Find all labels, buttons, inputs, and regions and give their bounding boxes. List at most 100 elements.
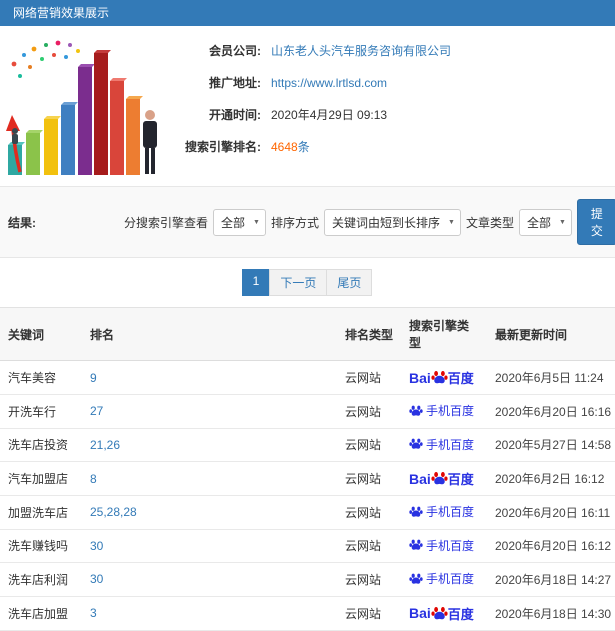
mobile-baidu-logo: 手机百度 bbox=[409, 537, 474, 554]
keyword-cell: 汽车加盟店 bbox=[0, 461, 82, 496]
table-row: 汽车美容 9 云网站 Bai 百度 2020年6月5日 11:24 bbox=[0, 360, 615, 395]
next-page-link[interactable]: 下一页 bbox=[269, 269, 328, 296]
rank-cell[interactable]: 30 bbox=[82, 529, 337, 563]
sort-select[interactable]: 关键词由短到长排序 ▼ bbox=[323, 208, 461, 236]
baidu-logo: Bai 百度 bbox=[409, 368, 474, 387]
keyword-cell: 洗车赚钱吗 bbox=[0, 529, 82, 563]
col-rank-type: 排名类型 bbox=[337, 307, 401, 361]
submit-button[interactable]: 提交 bbox=[576, 199, 615, 245]
small-person-figure bbox=[12, 128, 18, 144]
bar-chart-illustration bbox=[0, 32, 165, 182]
engine-cell: 手机百度 bbox=[401, 495, 487, 530]
col-engine-type: 搜索引擎类型 bbox=[401, 307, 487, 361]
page: 网络营销效果展示 会员公司: 山东老人头汽车服务咨询有限公司 推广地址: htt… bbox=[0, 0, 615, 631]
info-row: 会员公司: 山东老人头汽车服务咨询有限公司 bbox=[165, 42, 615, 59]
baidu-paw-icon bbox=[409, 506, 423, 517]
info-value[interactable]: 山东老人头汽车服务咨询有限公司 bbox=[271, 42, 451, 59]
article-type-select-value: 全部 bbox=[526, 215, 551, 230]
baidu-paw-icon bbox=[409, 438, 423, 449]
info-value: 4648条 bbox=[271, 140, 310, 154]
table-row: 汽车加盟店 8 云网站 Bai 百度 2020年6月2日 16:12 bbox=[0, 461, 615, 496]
update-time-cell: 2020年6月20日 16:12 bbox=[487, 529, 615, 563]
rank-cell[interactable]: 8 bbox=[82, 461, 337, 496]
engine-cell: Bai 百度 bbox=[401, 360, 487, 395]
baidu-logo-latin: Bai bbox=[409, 605, 431, 621]
rank-cell[interactable]: 30 bbox=[82, 562, 337, 597]
rank-cell[interactable]: 9 bbox=[82, 360, 337, 395]
table-row: 加盟洗车店 25,28,28 云网站 手机百度 2020年6月20日 16:11 bbox=[0, 495, 615, 530]
keyword-cell: 开洗车行 bbox=[0, 394, 82, 429]
baidu-logo: Bai 百度 bbox=[409, 604, 474, 623]
bars bbox=[8, 50, 143, 175]
rank-cell[interactable]: 25,28,28 bbox=[82, 495, 337, 530]
baidu-logo-latin: Bai bbox=[409, 369, 431, 386]
info-value[interactable]: https://www.lrtlsd.com bbox=[271, 76, 387, 90]
col-rank: 排名 bbox=[82, 307, 337, 361]
engine-select-value: 全部 bbox=[221, 215, 246, 230]
businessman-figure bbox=[143, 110, 157, 174]
pagination: 1 下一页 尾页 bbox=[0, 258, 615, 307]
engine-select[interactable]: 全部 ▼ bbox=[213, 208, 266, 236]
rank-type-cell: 云网站 bbox=[337, 562, 401, 597]
info-label: 推广地址: bbox=[209, 76, 261, 90]
keyword-cell: 加盟洗车店 bbox=[0, 495, 82, 530]
chevron-down-icon: ▼ bbox=[448, 218, 455, 226]
update-time-cell: 2020年6月18日 14:27 bbox=[487, 562, 615, 597]
rank-type-cell: 云网站 bbox=[337, 529, 401, 563]
chevron-down-icon: ▼ bbox=[253, 218, 260, 226]
mobile-baidu-label: 手机百度 bbox=[426, 404, 475, 418]
rank-type-cell: 云网站 bbox=[337, 394, 401, 429]
confetti-dots bbox=[11, 40, 80, 78]
engine-filter-label: 分搜索引擎查看 bbox=[124, 215, 209, 230]
info-label: 搜索引擎排名: bbox=[185, 140, 261, 154]
rank-cell[interactable]: 21,26 bbox=[82, 428, 337, 462]
table-row: 洗车店加盟 3 云网站 Bai 百度 2020年6月18日 14:30 bbox=[0, 596, 615, 631]
article-type-select[interactable]: 全部 ▼ bbox=[518, 208, 572, 236]
chevron-down-icon: ▼ bbox=[558, 218, 566, 226]
result-label: 结果: bbox=[8, 215, 36, 230]
engine-cell: 手机百度 bbox=[401, 428, 487, 462]
table-row: 洗车店投资 21,26 云网站 手机百度 2020年5月27日 14:58 bbox=[0, 428, 615, 462]
update-time-cell: 2020年6月20日 16:11 bbox=[487, 495, 615, 530]
top-header: 网络营销效果展示 bbox=[0, 0, 615, 26]
article-type-label: 文章类型 bbox=[465, 215, 514, 230]
baidu-logo-latin: Bai bbox=[409, 470, 431, 487]
mobile-baidu-logo: 手机百度 bbox=[409, 402, 474, 419]
rank-cell[interactable]: 27 bbox=[82, 394, 337, 429]
rank-type-cell: 云网站 bbox=[337, 461, 401, 496]
rank-type-cell: 云网站 bbox=[337, 596, 401, 631]
mobile-baidu-logo: 手机百度 bbox=[409, 503, 474, 520]
baidu-logo-cn: 百度 bbox=[447, 371, 474, 386]
info-row: 搜索引擎排名: 4648条 bbox=[165, 138, 615, 155]
baidu-paw-icon bbox=[409, 405, 423, 416]
info-value: 2020年4月29日 09:13 bbox=[271, 108, 388, 122]
last-page-link[interactable]: 尾页 bbox=[326, 269, 373, 296]
engine-cell: Bai 百度 bbox=[401, 461, 487, 496]
baidu-paw-icon bbox=[431, 606, 448, 619]
baidu-paw-icon bbox=[431, 370, 448, 384]
update-time-cell: 2020年6月5日 11:24 bbox=[487, 360, 615, 395]
page-title: 网络营销效果展示 bbox=[13, 6, 110, 20]
page-number-current[interactable]: 1 bbox=[241, 269, 271, 296]
results-table: 关键词 排名 排名类型 搜索引擎类型 最新更新时间 汽车美容 9 云网站 Bai… bbox=[0, 307, 615, 631]
keyword-cell: 洗车店投资 bbox=[0, 428, 82, 462]
company-info-list: 会员公司: 山东老人头汽车服务咨询有限公司 推广地址: https://www.… bbox=[165, 32, 615, 182]
baidu-paw-icon bbox=[431, 471, 448, 485]
info-label: 会员公司: bbox=[209, 44, 261, 58]
update-time-cell: 2020年6月18日 14:30 bbox=[487, 596, 615, 631]
rank-cell[interactable]: 3 bbox=[82, 596, 337, 631]
col-update-time: 最新更新时间 bbox=[487, 307, 615, 361]
update-time-cell: 2020年5月27日 14:58 bbox=[487, 428, 615, 462]
filter-bar: 结果: 分搜索引擎查看 全部 ▼ 排序方式 关键词由短到长排序 ▼ 文章类型 全… bbox=[0, 186, 615, 258]
keyword-cell: 汽车美容 bbox=[0, 360, 82, 395]
rank-type-cell: 云网站 bbox=[337, 495, 401, 530]
mobile-baidu-logo: 手机百度 bbox=[409, 436, 474, 453]
baidu-logo-cn: 百度 bbox=[447, 472, 474, 487]
engine-cell: 手机百度 bbox=[401, 394, 487, 429]
engine-cell: Bai 百度 bbox=[401, 596, 487, 631]
engine-cell: 手机百度 bbox=[401, 529, 487, 563]
info-label: 开通时间: bbox=[209, 108, 261, 122]
info-row: 推广地址: https://www.lrtlsd.com bbox=[165, 74, 615, 91]
table-header: 关键词 排名 排名类型 搜索引擎类型 最新更新时间 bbox=[0, 307, 615, 361]
engine-cell: 手机百度 bbox=[401, 562, 487, 597]
